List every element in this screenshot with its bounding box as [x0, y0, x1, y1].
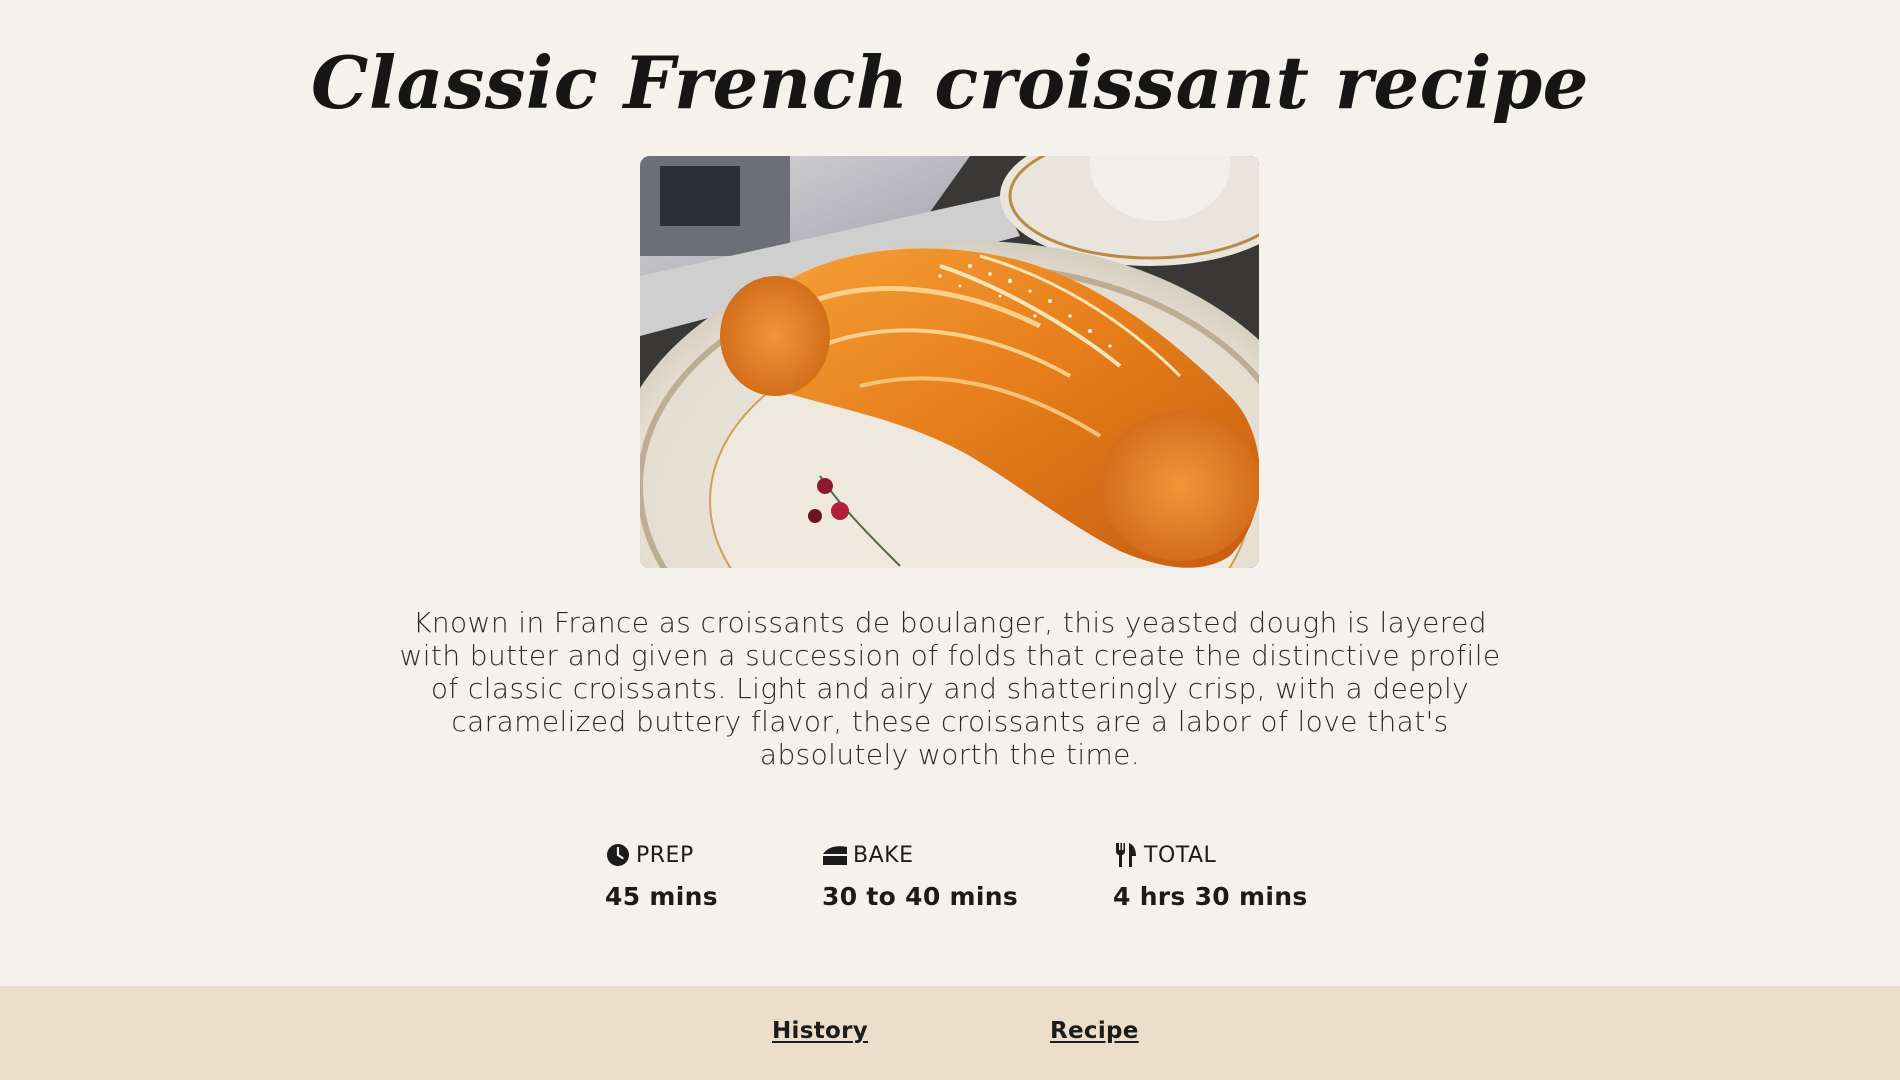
- stat-bake-value: 30 to 40 mins: [822, 882, 1019, 911]
- clock-icon: [605, 841, 631, 869]
- recipe-page: Classic French croissant recipe Known in…: [0, 0, 1900, 1080]
- stat-total-value: 4 hrs 30 mins: [1113, 882, 1308, 911]
- recipe-stats: PREP 45 mins BAKE 30 to 40 mins TOTAL 4 …: [0, 838, 1900, 928]
- stat-bake-label: BAKE: [853, 842, 914, 868]
- stat-prep-label: PREP: [636, 842, 694, 868]
- cake-slice-icon: [822, 841, 848, 869]
- stat-bake: BAKE 30 to 40 mins: [822, 838, 1019, 912]
- stat-prep-value: 45 mins: [605, 882, 718, 911]
- footer-nav: History Recipe: [0, 986, 1900, 1080]
- recipe-description: Known in France as croissants de boulang…: [399, 606, 1501, 771]
- stat-prep: PREP 45 mins: [605, 838, 718, 912]
- nav-link-recipe[interactable]: Recipe: [1050, 1018, 1139, 1044]
- utensils-icon: [1113, 841, 1139, 869]
- croissant-photo: [640, 156, 1259, 568]
- stat-total: TOTAL 4 hrs 30 mins: [1113, 838, 1308, 912]
- nav-link-history[interactable]: History: [772, 1018, 868, 1044]
- page-title: Classic French croissant recipe: [311, 40, 1589, 125]
- stat-total-label: TOTAL: [1144, 842, 1217, 868]
